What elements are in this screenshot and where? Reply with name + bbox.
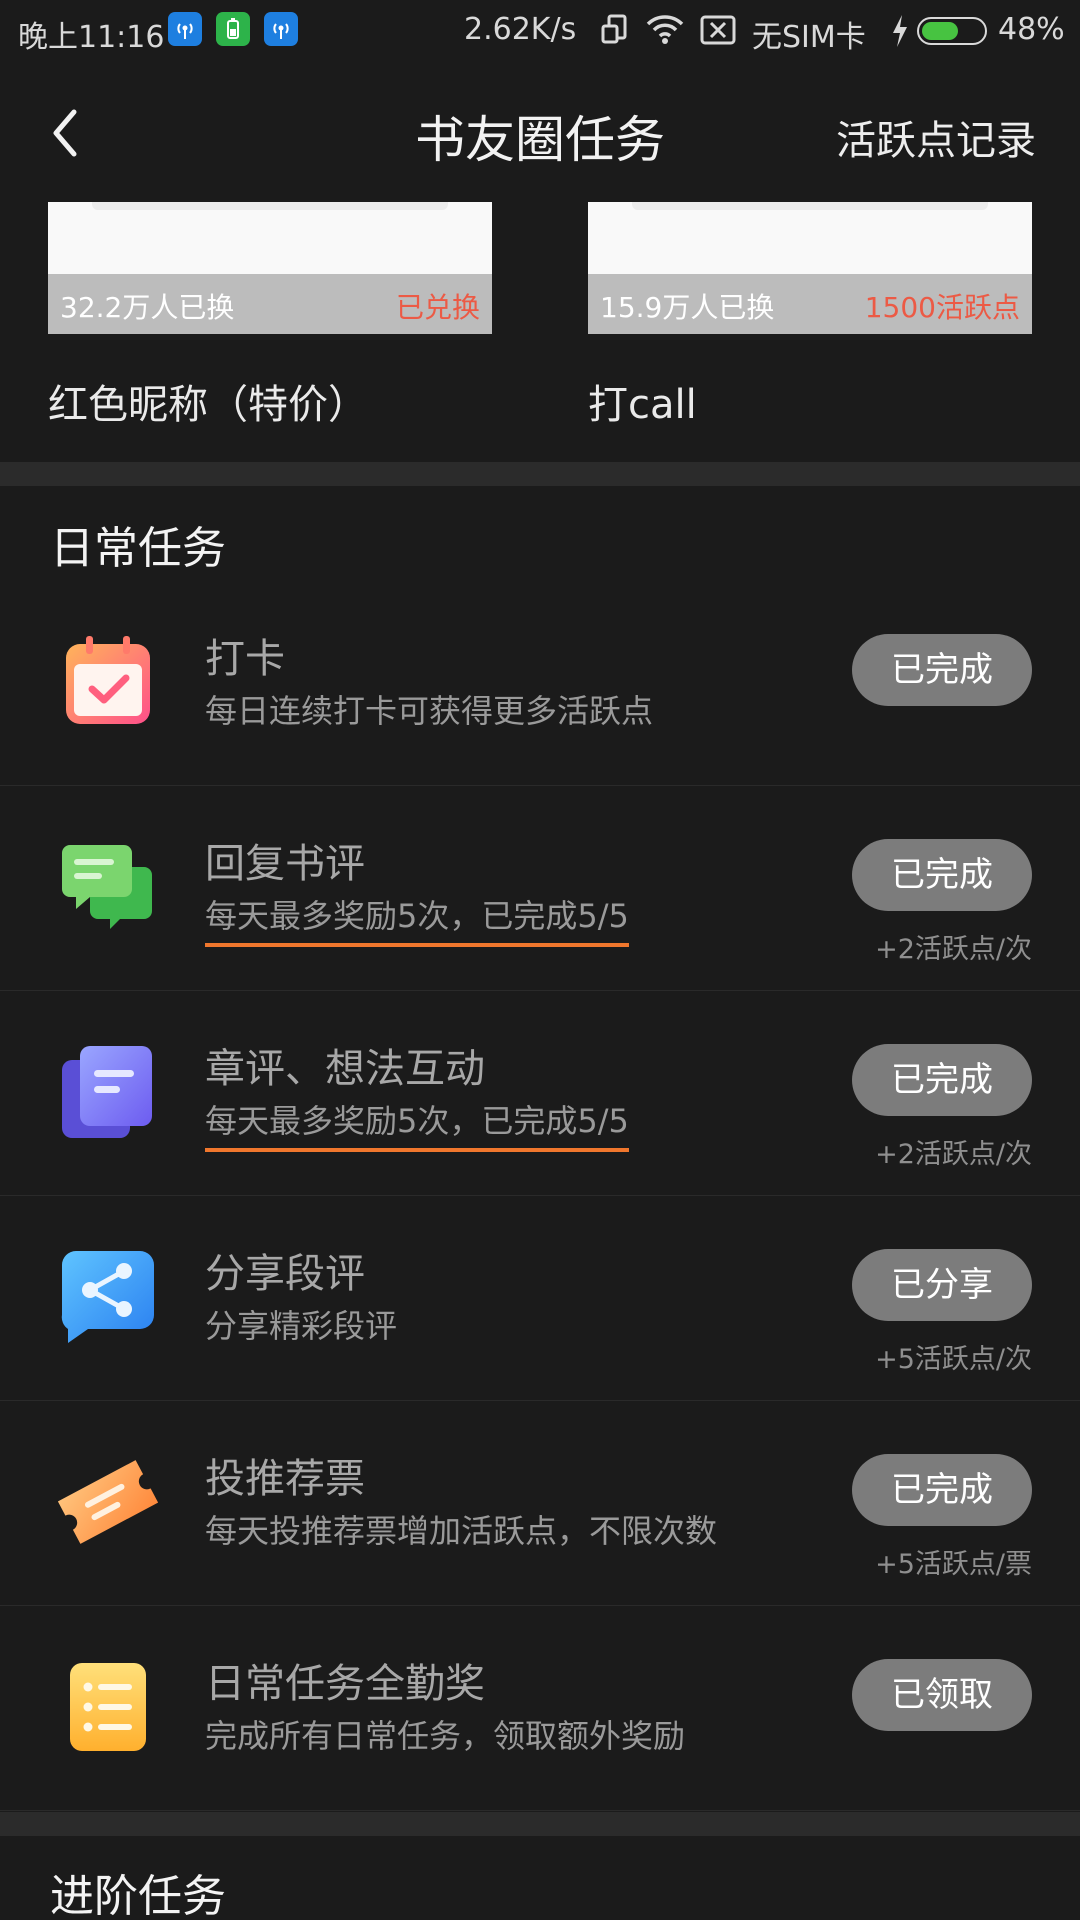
task-reward: +5活跃点/票	[875, 1549, 1032, 1580]
chat-bubbles-icon	[62, 845, 152, 929]
task-title: 投推荐票	[205, 1456, 365, 1502]
reward-exchange-count: 32.2万人已换	[60, 291, 235, 324]
reward-name: 打call	[588, 382, 697, 428]
document-icon	[62, 1046, 152, 1138]
task-row-reply-review: 回复书评 每天最多奖励5次，已完成5/5 已完成 +2活跃点/次	[0, 787, 1080, 991]
task-title: 回复书评	[205, 841, 365, 887]
task-row-checkin: 打卡 每日连续打卡可获得更多活跃点 已完成	[0, 582, 1080, 786]
advanced-tasks-title: 进阶任务	[50, 1871, 226, 1920]
no-sim-icon	[700, 15, 736, 45]
reward-status: 已兑换	[395, 291, 480, 324]
network-speed: 2.62K/s	[464, 12, 577, 47]
task-status-button[interactable]: 已领取	[852, 1659, 1032, 1731]
task-title: 分享段评	[205, 1251, 365, 1297]
task-reward: +5活跃点/次	[875, 1344, 1032, 1375]
reward-list: 32.2万人已换 已兑换 红色昵称（特价） 15.9万人已换 1500活跃点 打…	[0, 202, 1080, 462]
reward-exchange-count: 15.9万人已换	[600, 291, 775, 324]
ticket-icon	[58, 1460, 158, 1544]
task-row-chapter-comment: 章评、想法互动 每天最多奖励5次，已完成5/5 已完成 +2活跃点/次	[0, 992, 1080, 1196]
wifi-icon	[646, 15, 684, 44]
daily-tasks-title: 日常任务	[50, 523, 226, 574]
task-description: 每天最多奖励5次，已完成5/5	[205, 891, 629, 947]
checklist-icon	[70, 1663, 146, 1751]
calendar-check-icon	[66, 636, 150, 724]
battery-percent: 48%	[998, 12, 1065, 47]
sim-status: 无SIM卡	[752, 20, 866, 55]
section-divider	[0, 1812, 1080, 1836]
task-status-button[interactable]: 已完成	[852, 634, 1032, 706]
task-status-button[interactable]: 已完成	[852, 1044, 1032, 1116]
hotspot-icon	[264, 12, 298, 46]
task-row-recommend-ticket: 投推荐票 每天投推荐票增加活跃点，不限次数 已完成 +5活跃点/票	[0, 1402, 1080, 1606]
task-description: 每天最多奖励5次，已完成5/5	[205, 1096, 629, 1152]
task-title: 章评、想法互动	[205, 1046, 485, 1092]
task-description: 每日连续打卡可获得更多活跃点	[205, 692, 654, 730]
nav-bar: 书友圈任务 活跃点记录	[0, 62, 1080, 202]
reward-name: 红色昵称（特价）	[48, 382, 368, 428]
task-status-button[interactable]: 已完成	[852, 1454, 1032, 1526]
share-icon	[61, 1251, 154, 1343]
task-title: 日常任务全勤奖	[205, 1661, 485, 1707]
task-title: 打卡	[205, 636, 285, 682]
status-bar: 晚上11:16 2.62K/s 无SIM卡 48%	[0, 0, 1080, 62]
task-row-full-attendance: 日常任务全勤奖 完成所有日常任务，领取额外奖励 已领取	[0, 1607, 1080, 1811]
reward-thumbnail: 15.9万人已换 1500活跃点	[588, 202, 1032, 334]
task-description: 分享精彩段评	[205, 1307, 398, 1345]
battery-indicator	[917, 17, 987, 45]
hotspot-icon	[168, 12, 202, 46]
task-row-share-comment: 分享段评 分享精彩段评 已分享 +5活跃点/次	[0, 1197, 1080, 1401]
task-status-button[interactable]: 已完成	[852, 839, 1032, 911]
task-description: 完成所有日常任务，领取额外奖励	[205, 1717, 686, 1755]
task-reward: +2活跃点/次	[875, 934, 1032, 965]
reward-card-dacall[interactable]: 15.9万人已换 1500活跃点 打call	[588, 202, 1032, 428]
section-divider	[0, 462, 1080, 486]
task-description: 每天投推荐票增加活跃点，不限次数	[205, 1512, 718, 1550]
status-time: 晚上11:16	[18, 20, 165, 55]
activity-record-link[interactable]: 活跃点记录	[836, 108, 1036, 166]
battery-fill	[922, 22, 958, 40]
reward-price: 1500活跃点	[864, 291, 1020, 324]
charging-icon	[893, 15, 907, 47]
battery-app-icon	[216, 12, 250, 46]
task-reward: +2活跃点/次	[875, 1139, 1032, 1170]
task-status-button[interactable]: 已分享	[852, 1249, 1032, 1321]
screen-rotate-icon	[601, 14, 627, 44]
reward-thumbnail: 32.2万人已换 已兑换	[48, 202, 492, 334]
reward-card-red-nickname[interactable]: 32.2万人已换 已兑换 红色昵称（特价）	[48, 202, 492, 428]
